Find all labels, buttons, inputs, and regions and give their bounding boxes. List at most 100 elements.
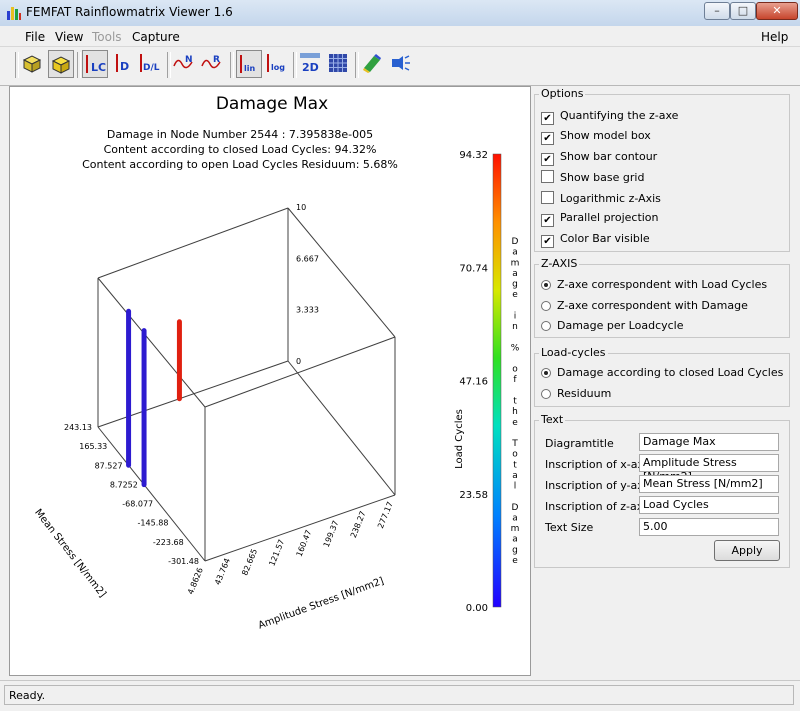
box-open-icon <box>22 55 42 73</box>
color-bar-label-char: D <box>512 503 519 513</box>
toolbar-separator <box>293 52 297 78</box>
checkbox[interactable] <box>541 191 554 204</box>
light-source-button[interactable] <box>388 50 414 78</box>
radio[interactable] <box>541 389 551 399</box>
z-tick-label: 3.333 <box>296 306 319 315</box>
zaxis-load-cycles[interactable]: Z-axe correspondent with Load Cycles <box>541 278 767 291</box>
option-bar-contour[interactable]: ✔ Show bar contour <box>541 150 657 166</box>
log-icon: log <box>267 54 285 72</box>
residuum-button[interactable]: R <box>200 50 226 78</box>
x-tick-label: 43.764 <box>213 557 232 586</box>
chart-area: Damage Max Damage in Node Number 2544 : … <box>9 86 531 676</box>
radio[interactable] <box>541 280 551 290</box>
menu-file[interactable]: File <box>25 30 45 44</box>
view-2d-button[interactable]: 2D <box>298 50 324 78</box>
color-bar-label-char: m <box>511 258 520 268</box>
radio-label: Residuum <box>557 387 612 400</box>
grid-view-button[interactable] <box>326 50 352 78</box>
svg-text:D/L: D/L <box>143 63 160 73</box>
diagramtitle-input[interactable]: Damage Max <box>639 433 779 451</box>
view-load-cycles-button[interactable]: LC <box>82 50 108 78</box>
option-parallel-projection[interactable]: ✔ Parallel projection <box>541 211 659 227</box>
radio[interactable] <box>541 301 551 311</box>
minimize-button[interactable]: – <box>704 2 730 20</box>
loadcycles-closed[interactable]: Damage according to closed Load Cycles <box>541 366 783 379</box>
view-damage-per-cycle-button[interactable]: D/L <box>138 50 164 78</box>
color-bar-label-char: i <box>514 311 517 321</box>
color-bar-tick-label: 70.74 <box>459 263 488 274</box>
close-button[interactable]: ✕ <box>756 2 798 20</box>
checkbox[interactable]: ✔ <box>541 153 554 166</box>
svg-text:lin: lin <box>244 64 255 73</box>
color-settings-button[interactable] <box>360 50 386 78</box>
color-bar-label-char: n <box>512 322 518 332</box>
maximize-button[interactable]: □ <box>730 2 756 20</box>
option-label: Show model box <box>560 129 651 142</box>
radio[interactable] <box>541 368 551 378</box>
option-base-grid[interactable]: Show base grid <box>541 170 644 184</box>
checkbox[interactable]: ✔ <box>541 132 554 145</box>
color-icon <box>363 54 381 73</box>
radio[interactable] <box>541 321 551 331</box>
apply-button[interactable]: Apply <box>714 540 780 561</box>
status-bar: Ready. <box>0 680 800 711</box>
color-bar-label-char: % <box>511 343 520 353</box>
x-tick-label: 4.8626 <box>186 566 205 595</box>
radio-label: Damage per Loadcycle <box>557 319 684 332</box>
y-tick-label: 243.13 <box>64 423 92 432</box>
z-inscription-input[interactable]: Load Cycles <box>639 496 779 514</box>
menu-view[interactable]: View <box>55 30 83 44</box>
log-scale-button[interactable]: log <box>264 50 290 78</box>
color-bar-label-char: t <box>513 460 517 470</box>
y-axis-label: Mean Stress [N/mm2] <box>32 507 108 600</box>
color-bar-tick-label: 94.32 <box>459 150 488 161</box>
diagramtitle-label: Diagramtitle <box>545 437 614 450</box>
zaxis-damage-per-loadcycle[interactable]: Damage per Loadcycle <box>541 319 684 332</box>
chart-info-line-2: Content according to closed Load Cycles:… <box>104 143 377 156</box>
menu-capture[interactable]: Capture <box>132 30 180 44</box>
grid-icon <box>329 54 347 72</box>
z-tick-label: 0 <box>296 357 301 366</box>
box-closed-icon <box>51 56 71 74</box>
d-icon: D <box>116 54 129 73</box>
app-icon <box>7 7 21 20</box>
model-box-button[interactable] <box>20 50 46 78</box>
closed-cycles-button[interactable]: N <box>172 50 198 78</box>
model-box-filled-button[interactable] <box>48 50 74 78</box>
menu-tools[interactable]: Tools <box>92 30 122 44</box>
bars <box>126 308 182 488</box>
svg-text:R: R <box>213 55 220 65</box>
x-tick-label: 121.57 <box>267 538 286 567</box>
color-bar-label-char: m <box>511 524 520 534</box>
checkbox[interactable]: ✔ <box>541 112 554 125</box>
y-inscription-input[interactable]: Mean Stress [N/mm2] <box>639 475 779 493</box>
text-group-label: Text <box>539 413 566 426</box>
loadcycles-residuum[interactable]: Residuum <box>541 387 611 400</box>
checkbox[interactable]: ✔ <box>541 214 554 227</box>
checkbox[interactable]: ✔ <box>541 235 554 248</box>
wave-n-icon: N <box>173 55 193 69</box>
y-tick-label: -223.68 <box>153 538 184 547</box>
text-size-input[interactable]: 5.00 <box>639 518 779 536</box>
option-log-z[interactable]: Logarithmic z-Axis <box>541 191 661 205</box>
color-bar <box>492 153 502 608</box>
view-damage-button[interactable]: D <box>110 50 136 78</box>
radio-label: Z-axe correspondent with Damage <box>557 299 748 312</box>
option-color-bar[interactable]: ✔ Color Bar visible <box>541 232 650 248</box>
x-inscription-input[interactable]: Amplitude Stress [N/mm2] <box>639 454 779 483</box>
svg-text:N: N <box>185 55 193 65</box>
toolbar-separator <box>230 52 234 78</box>
color-bar-label-char: a <box>512 269 518 279</box>
option-model-box[interactable]: ✔ Show model box <box>541 129 651 145</box>
color-bar-label-char: T <box>511 439 518 449</box>
option-quantify-z[interactable]: ✔ Quantifying the z-axe <box>541 109 678 125</box>
chart-info-line-1: Damage in Node Number 2544 : 7.395838e-0… <box>107 128 373 141</box>
checkbox[interactable] <box>541 170 554 183</box>
linear-scale-button[interactable]: lin <box>236 50 262 78</box>
color-bar-tick-label: 23.58 <box>459 490 488 501</box>
zaxis-damage[interactable]: Z-axe correspondent with Damage <box>541 299 748 312</box>
lc-icon: LC <box>86 55 106 74</box>
menu-help[interactable]: Help <box>761 30 788 44</box>
z-tick-label: 10 <box>296 203 306 212</box>
loadcycles-group-label: Load-cycles <box>539 346 608 359</box>
